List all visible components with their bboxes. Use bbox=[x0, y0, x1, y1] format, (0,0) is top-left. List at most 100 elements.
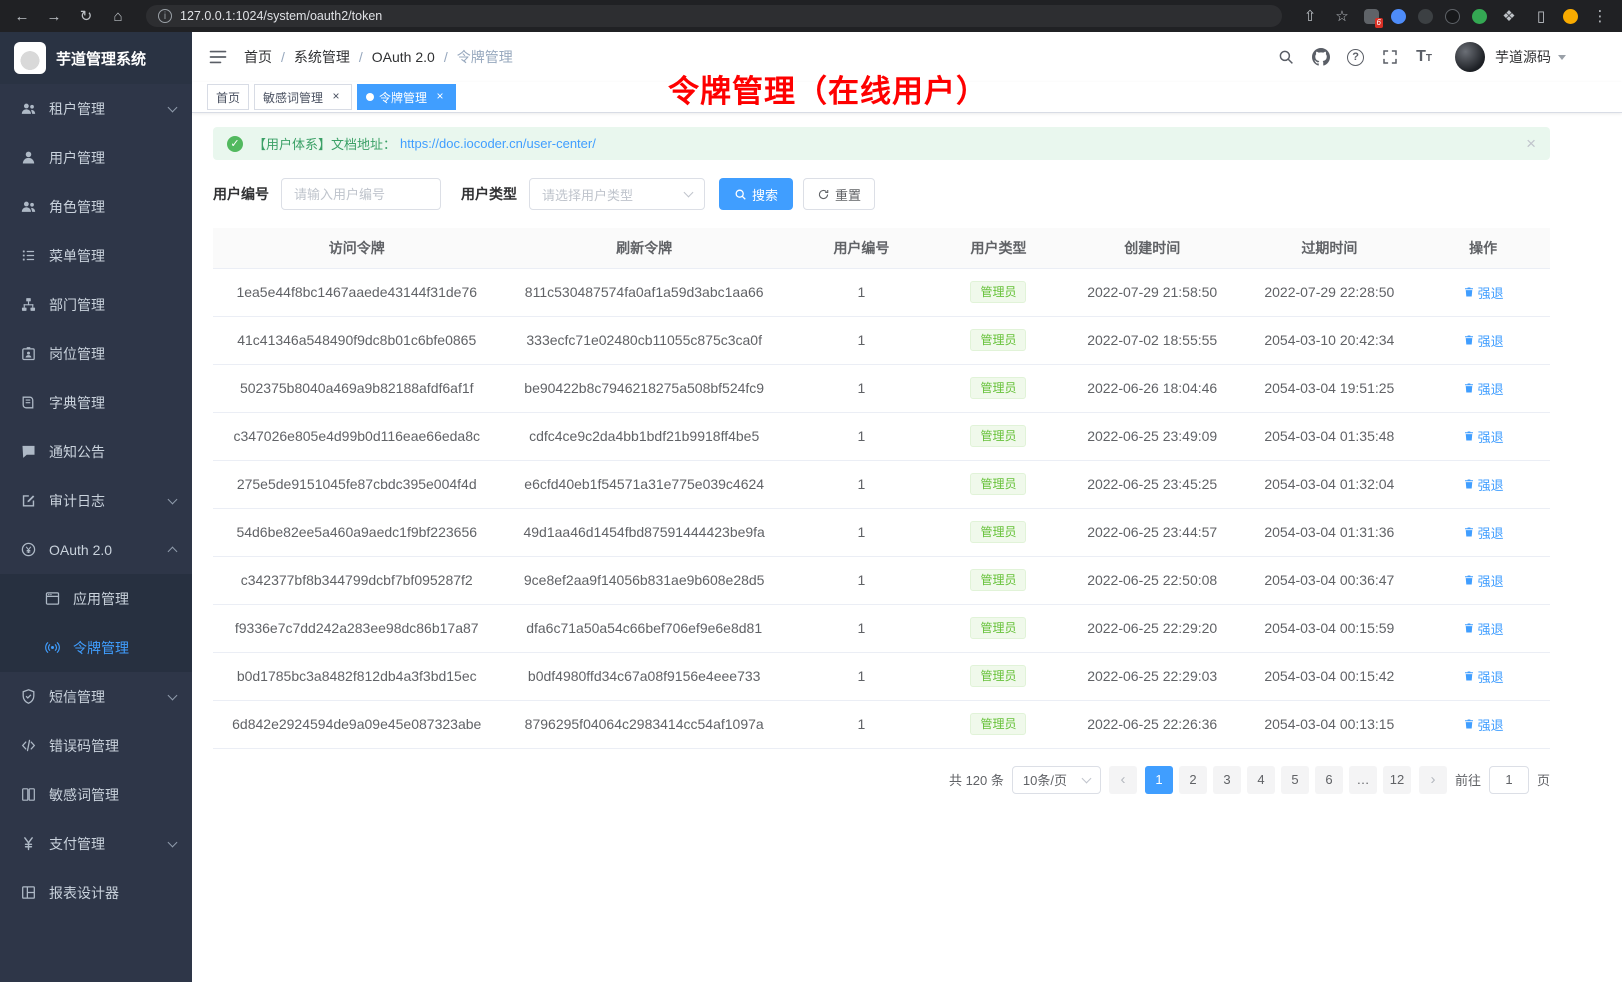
breadcrumb-item[interactable]: 系统管理 bbox=[294, 47, 350, 67]
force-logout-button[interactable]: 强退 bbox=[1463, 331, 1504, 350]
profile-avatar-icon[interactable] bbox=[1563, 9, 1578, 24]
user-id-cell: 1 bbox=[788, 364, 935, 412]
force-logout-button[interactable]: 强退 bbox=[1463, 379, 1504, 398]
sidebar-item-code[interactable]: 错误码管理 bbox=[0, 721, 192, 770]
help-icon[interactable]: ? bbox=[1347, 49, 1364, 66]
back-icon[interactable]: ← bbox=[12, 8, 32, 25]
pagination-page-button[interactable]: 6 bbox=[1315, 766, 1343, 794]
extension-icon[interactable] bbox=[1418, 9, 1433, 24]
sidebar-item-columns[interactable]: 敏感词管理 bbox=[0, 770, 192, 819]
forward-icon[interactable]: → bbox=[44, 8, 64, 25]
user-type-select[interactable]: 请选择用户类型 bbox=[529, 178, 705, 210]
force-logout-button[interactable]: 强退 bbox=[1463, 523, 1504, 542]
font-size-icon[interactable]: TT bbox=[1416, 49, 1432, 65]
bookmark-star-icon[interactable]: ☆ bbox=[1332, 7, 1352, 25]
home-icon[interactable]: ⌂ bbox=[108, 8, 128, 25]
sidebar-item-edit[interactable]: 审计日志 bbox=[0, 476, 192, 525]
sidebar-item-broadcast[interactable]: 令牌管理 bbox=[0, 623, 192, 672]
user-type-badge: 管理员 bbox=[970, 281, 1026, 303]
alert-close-icon[interactable]: × bbox=[1526, 135, 1536, 152]
extension-icon[interactable] bbox=[1391, 9, 1406, 24]
pagination-more-button[interactable]: … bbox=[1349, 766, 1377, 794]
chevron-down-icon bbox=[684, 188, 694, 198]
page-size-select[interactable]: 10条/页 bbox=[1012, 766, 1101, 794]
reload-icon[interactable]: ↻ bbox=[76, 7, 96, 25]
sidebar-item-label: 岗位管理 bbox=[49, 344, 105, 364]
yen-icon bbox=[20, 835, 37, 852]
delete-icon bbox=[1463, 430, 1475, 442]
sidebar-item-label: 应用管理 bbox=[73, 589, 129, 609]
sidebar-item-coin[interactable]: OAuth 2.0 bbox=[0, 525, 192, 574]
github-icon[interactable] bbox=[1312, 48, 1330, 66]
user-avatar[interactable] bbox=[1455, 42, 1485, 72]
table-row: c347026e805e4d99b0d116eae66eda8ccdfc4ce9… bbox=[213, 412, 1550, 460]
sidebar-item-badge[interactable]: 岗位管理 bbox=[0, 329, 192, 378]
force-logout-button[interactable]: 强退 bbox=[1463, 427, 1504, 446]
sidebar-item-list[interactable]: 菜单管理 bbox=[0, 231, 192, 280]
breadcrumb-item[interactable]: 首页 bbox=[244, 47, 272, 67]
search-icon[interactable] bbox=[1277, 48, 1295, 66]
force-logout-button[interactable]: 强退 bbox=[1463, 715, 1504, 734]
force-logout-button[interactable]: 强退 bbox=[1463, 475, 1504, 494]
access-token-cell: 502375b8040a469a9b82188afdf6af1f bbox=[213, 364, 500, 412]
user-name[interactable]: 芋道源码 bbox=[1495, 47, 1551, 67]
tab-close-icon[interactable]: × bbox=[433, 90, 447, 104]
pagination-page-button[interactable]: 5 bbox=[1281, 766, 1309, 794]
pagination-page-button[interactable]: 12 bbox=[1383, 766, 1411, 794]
extension-icon[interactable] bbox=[1472, 9, 1487, 24]
sidebar-item-window[interactable]: 应用管理 bbox=[0, 574, 192, 623]
force-logout-button[interactable]: 强退 bbox=[1463, 571, 1504, 590]
sidebar-item-users[interactable]: 角色管理 bbox=[0, 182, 192, 231]
user-id-cell: 1 bbox=[788, 460, 935, 508]
pagination-page-button[interactable]: 1 bbox=[1145, 766, 1173, 794]
broadcast-icon bbox=[44, 639, 61, 656]
extensions-puzzle-icon[interactable]: ❖ bbox=[1499, 7, 1519, 25]
tab-close-icon[interactable]: × bbox=[329, 90, 343, 104]
sidebar-item-book[interactable]: 字典管理 bbox=[0, 378, 192, 427]
sidebar-item-tree[interactable]: 部门管理 bbox=[0, 280, 192, 329]
pagination-page-button[interactable]: 4 bbox=[1247, 766, 1275, 794]
user-type-badge: 管理员 bbox=[970, 329, 1026, 351]
breadcrumb-item[interactable]: OAuth 2.0 bbox=[372, 49, 435, 65]
view-tab[interactable]: 令牌管理× bbox=[357, 84, 456, 110]
sidebar-item-users[interactable]: 租户管理 bbox=[0, 84, 192, 133]
hamburger-icon[interactable] bbox=[208, 47, 228, 67]
tree-icon bbox=[20, 296, 37, 313]
table-row: 275e5de9151045fe87cbdc395e004f4de6cfd40e… bbox=[213, 460, 1550, 508]
sidebar-item-shield[interactable]: 短信管理 bbox=[0, 672, 192, 721]
share-icon[interactable]: ⇧ bbox=[1300, 7, 1320, 25]
force-logout-button[interactable]: 强退 bbox=[1463, 283, 1504, 302]
browser-chrome: ← → ↻ ⌂ i 127.0.0.1:1024/system/oauth2/t… bbox=[0, 0, 1622, 32]
side-panel-icon[interactable]: ▯ bbox=[1531, 7, 1551, 25]
user-id-input[interactable] bbox=[281, 178, 441, 210]
refresh-icon bbox=[817, 188, 830, 201]
search-button[interactable]: 搜索 bbox=[719, 178, 793, 210]
sidebar-item-user[interactable]: 用户管理 bbox=[0, 133, 192, 182]
sidebar-item-layout[interactable]: 报表设计器 bbox=[0, 868, 192, 917]
goto-page-input[interactable] bbox=[1489, 766, 1529, 794]
table-row: b0d1785bc3a8482f812db4a3f3bd15ecb0df4980… bbox=[213, 652, 1550, 700]
user-menu-caret-icon[interactable] bbox=[1558, 55, 1566, 60]
sidebar-item-bubble[interactable]: 通知公告 bbox=[0, 427, 192, 476]
sidebar-item-label: 报表设计器 bbox=[49, 883, 119, 903]
view-tab[interactable]: 首页 bbox=[207, 84, 249, 110]
view-tab[interactable]: 敏感词管理× bbox=[254, 84, 352, 110]
pagination-next-button[interactable]: › bbox=[1419, 766, 1447, 794]
pagination-page-button[interactable]: 2 bbox=[1179, 766, 1207, 794]
sidebar-item-label: 敏感词管理 bbox=[49, 785, 119, 805]
doc-link[interactable]: https://doc.iocoder.cn/user-center/ bbox=[400, 136, 596, 151]
reset-button[interactable]: 重置 bbox=[803, 178, 875, 210]
pagination-prev-button[interactable]: ‹ bbox=[1109, 766, 1137, 794]
fullscreen-icon[interactable] bbox=[1381, 48, 1399, 66]
pagination-page-button[interactable]: 3 bbox=[1213, 766, 1241, 794]
sidebar-item-yen[interactable]: 支付管理 bbox=[0, 819, 192, 868]
force-logout-button[interactable]: 强退 bbox=[1463, 667, 1504, 686]
delete-icon bbox=[1463, 382, 1475, 394]
url-bar[interactable]: i 127.0.0.1:1024/system/oauth2/token bbox=[146, 5, 1282, 27]
user-id-cell: 1 bbox=[788, 268, 935, 316]
site-info-icon[interactable]: i bbox=[158, 9, 172, 23]
browser-menu-icon[interactable]: ⋮ bbox=[1590, 7, 1610, 25]
extension-icon[interactable] bbox=[1445, 9, 1460, 24]
force-logout-button[interactable]: 强退 bbox=[1463, 619, 1504, 638]
extension-icon[interactable]: 6 bbox=[1364, 9, 1379, 24]
